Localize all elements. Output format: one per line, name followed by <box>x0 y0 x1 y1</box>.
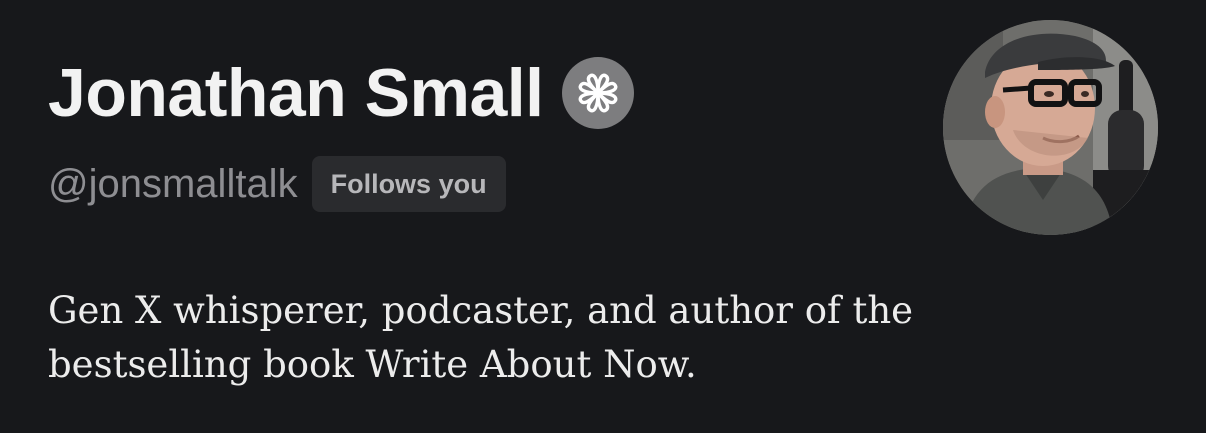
handle-row: @jonsmalltalk Follows you <box>48 155 506 213</box>
user-handle[interactable]: @jonsmalltalk <box>48 162 298 207</box>
display-name: Jonathan Small <box>48 55 544 131</box>
profile-header: Jonathan Small @jonsmalltalk Follows you… <box>0 0 1206 433</box>
follows-you-badge: Follows you <box>311 156 506 212</box>
name-row: Jonathan Small <box>48 48 634 138</box>
verified-flower-icon <box>578 73 617 113</box>
profile-photo <box>943 20 1158 235</box>
verified-badge-icon[interactable] <box>561 57 634 129</box>
avatar[interactable] <box>943 20 1158 235</box>
profile-bio: Gen X whisperer, podcaster, and author o… <box>48 289 914 386</box>
